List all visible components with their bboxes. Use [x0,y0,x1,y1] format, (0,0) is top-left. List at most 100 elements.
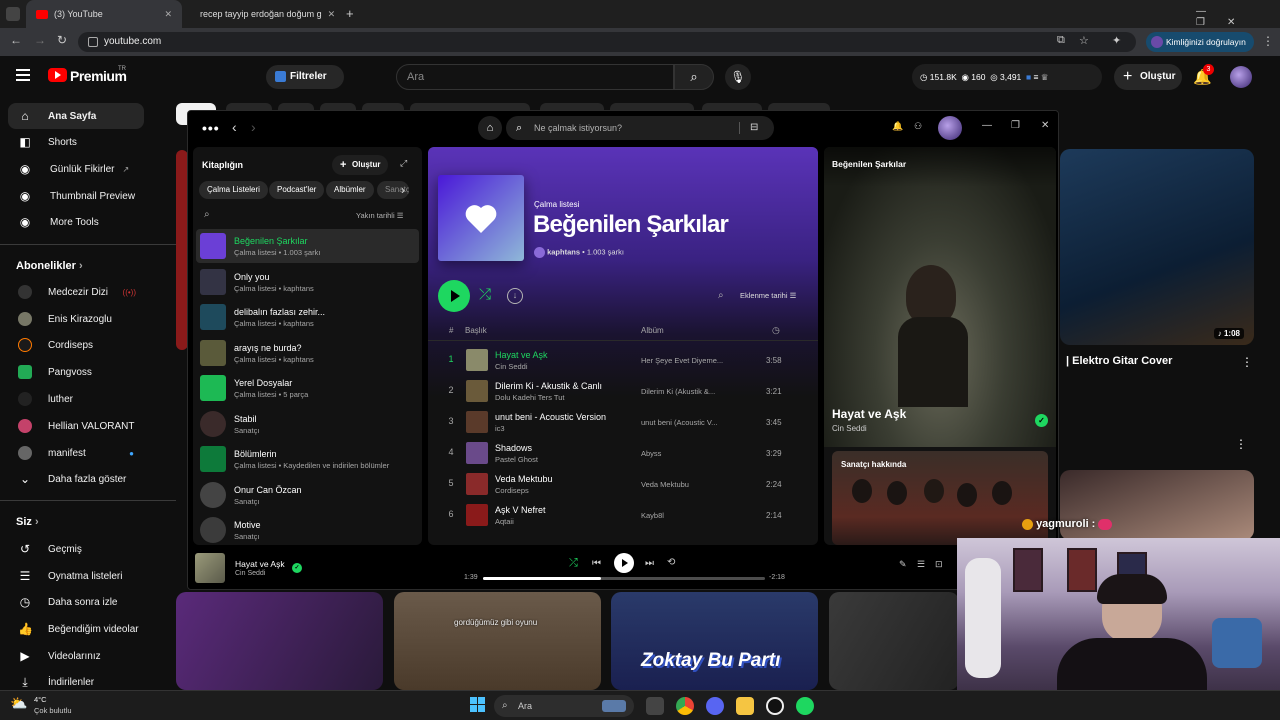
video-thumbnail[interactable] [176,592,383,690]
tab-close-icon[interactable]: ✕ [164,9,172,20]
notifications-icon[interactable]: 🔔 [892,121,903,132]
library-sort-button[interactable]: Yakın tarihli ☰ [356,211,403,220]
track-album[interactable]: Veda Mektubu [641,480,731,489]
sidebar-item-thumbnail-preview[interactable]: ◉ Thumbnail Preview [8,183,144,209]
spotify-avatar[interactable] [938,116,962,140]
window-controls[interactable]: —❐✕ [1196,6,1280,28]
spotify-icon[interactable] [796,697,814,715]
close-button[interactable]: ✕ [1227,17,1257,28]
hamburger-menu-icon[interactable] [16,69,30,81]
track-artist[interactable]: Cin Seddi [495,362,528,371]
forward-icon[interactable]: › [251,119,256,135]
sidebar-item-your-videos[interactable]: ▶ Videolarınız [8,643,144,669]
expand-icon[interactable]: ⤢ [400,158,407,169]
video-thumbnail[interactable]: gordüğümüz gibi oyunu [394,592,601,690]
playlist-search-icon[interactable]: ⌕ [718,290,724,301]
sidebar-item-liked-videos[interactable]: 👍 Beğendiğim videolar [8,616,144,642]
more-options-icon[interactable]: ⋮ [1235,437,1247,451]
track-album[interactable]: Kayb8l [641,511,731,520]
file-explorer-icon[interactable] [736,697,754,715]
track-row[interactable]: 2 Dilerim Ki - Akustik & Canlı Dolu Kadehi… [436,376,810,407]
saved-check-icon[interactable]: ✓ [1035,414,1048,427]
sidebar-item-home[interactable]: ⌂ Ana Sayfa [8,103,144,129]
voice-search-button[interactable]: 🎙 [725,64,751,90]
tab-youtube[interactable]: (3) YouTube ✕ [26,0,182,28]
weather-desc[interactable]: Çok bulutlu [34,706,72,715]
owner-name[interactable]: kaphtans [547,247,580,256]
track-title[interactable]: Dilerim Ki - Akustik & Canlı [495,381,602,391]
weather-temp[interactable]: 4°C [34,695,47,704]
shuffle-icon[interactable]: ⤮ [479,286,491,303]
bookmark-star-icon[interactable]: ☆ [1079,34,1089,47]
library-item[interactable]: Stabil Sanatçı [196,407,419,441]
maximize-button[interactable]: ❐ [1196,17,1227,28]
chip-playlists[interactable]: Çalma Listeleri [199,181,268,199]
chip-podcasts[interactable]: Podcast'ler [269,181,325,199]
video-title[interactable]: | Elektro Gitar Cover [1066,355,1172,367]
show-more-button[interactable]: ⌄ Daha fazla göster [8,466,144,492]
reload-icon[interactable]: ↻ [57,33,67,47]
account-avatar[interactable] [1230,66,1252,88]
search-input[interactable]: Ara [396,64,674,90]
library-item[interactable]: Only you Çalma listesi • kaphtans [196,265,419,299]
library-item[interactable]: Beğenilen Şarkılar Çalma listesi • 1.003 … [196,229,419,263]
creator-stats-widget[interactable]: ◷ 151.8K ◉ 160 ◎ 3,491 ■ ≡ ♕ [912,64,1102,90]
library-item[interactable]: Onur Can Özcan Sanatçı [196,478,419,512]
chips-scroll-right-icon[interactable]: › [401,183,405,197]
new-tab-button[interactable]: + [346,6,354,21]
repeat-icon[interactable]: ⟲ [667,557,675,568]
weather-icon[interactable]: ⛅ [10,695,27,712]
spotify-search-input[interactable]: ⌕ Ne çalmak istiyorsun? ⊟ [506,116,774,140]
previous-icon[interactable]: ⏮ [592,558,601,569]
track-title[interactable]: Hayat ve Aşk [495,350,548,360]
track-artist[interactable]: Dolu Kadehi Ters Tut [495,393,565,402]
track-title[interactable]: Aşk V Nefret [495,505,546,515]
library-item[interactable]: Bölümlerin Çalma listesi • Kaydedilen ve … [196,442,419,476]
friends-activity-icon[interactable]: ⚇ [914,121,922,132]
maximize-button[interactable]: ❐ [1011,120,1020,131]
about-artist-card[interactable]: Sanatçı hakkında [832,451,1048,545]
library-item[interactable]: arayış ne burda? Çalma listesi • kaphtans [196,336,419,370]
chip-albums[interactable]: Albümler [326,181,374,199]
subscription-item[interactable]: luther [8,386,144,412]
library-search-icon[interactable]: ⌕ [204,209,210,220]
back-icon[interactable]: ← [10,33,22,47]
chrome-icon[interactable] [676,697,694,715]
video-thumbnail[interactable]: Zoktay Bu Partı [611,592,818,690]
track-album[interactable]: Her Şeye Evet Diyeme... [641,356,731,365]
playlist-sort-button[interactable]: Eklenme tarihi ☰ [740,291,796,300]
track-row[interactable]: 1 Hayat ve Aşk Cin Seddi Her Şeye Evet Diye… [436,345,810,376]
track-album[interactable]: Abyss [641,449,731,458]
video-thumbnail-guitar[interactable]: ♪ 1:08 [1060,149,1254,345]
subscription-item[interactable]: Cordiseps [8,332,144,358]
subscriptions-heading[interactable]: Abonelikler › [16,260,83,272]
taskbar-search[interactable]: ⌕ Ara [494,695,634,717]
filters-button[interactable]: Filtreler [266,65,344,89]
track-title[interactable]: unut beni - Acoustic Version [495,412,606,422]
queue-icon[interactable]: ☰ [917,559,925,570]
youtube-logo-icon[interactable] [48,68,67,82]
track-album[interactable]: Dilerim Ki (Akustik &... [641,387,731,396]
track-artist[interactable]: Pastel Ghost [495,455,538,464]
minimize-button[interactable]: — [982,120,992,131]
close-button[interactable]: ✕ [1041,120,1049,131]
library-item[interactable]: delibalın fazlası zehir... Çalma listesi … [196,300,419,334]
now-playing-view-icon[interactable]: ✎ [899,559,907,570]
task-view-icon[interactable] [646,697,664,715]
pause-button[interactable] [614,553,634,573]
you-heading[interactable]: Siz › [16,516,39,528]
track-title[interactable]: Veda Mektubu [495,474,553,484]
home-button[interactable]: ⌂ [478,116,502,140]
shuffle-icon[interactable]: ⤮ [569,557,578,570]
sidebar-item-gunluk-fikirler[interactable]: ◉ Günlük Fikirler ↗ [8,156,144,182]
subscription-item[interactable]: Pangvoss [8,359,144,385]
subscription-item[interactable]: manifest ● [8,440,144,466]
track-artist[interactable]: Aqtaii [495,517,514,526]
library-title[interactable]: Kitaplığın [202,160,243,170]
saved-check-icon[interactable]: ✓ [292,563,302,573]
track-row[interactable]: 3 unut beni - Acoustic Version ic3 unut ben… [436,407,810,438]
minimize-button[interactable]: — [1196,6,1228,17]
sidebar-item-history[interactable]: ↺ Geçmiş [8,536,144,562]
player-cover[interactable] [195,553,225,583]
spotify-menu-icon[interactable]: ••• [202,120,220,136]
